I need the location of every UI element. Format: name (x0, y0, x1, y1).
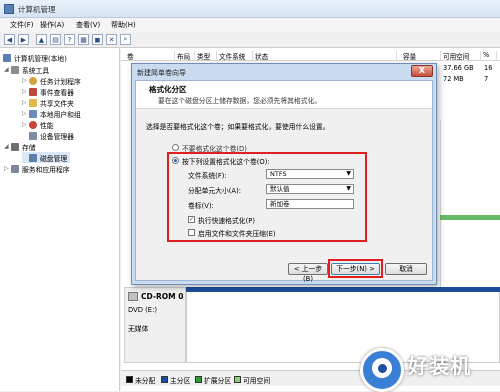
cancel-button[interactable]: 取消 (385, 263, 427, 275)
services-icon (11, 164, 19, 173)
window-title: 计算机管理 (18, 5, 56, 14)
row2-percent: 7 (484, 75, 489, 83)
disk-media: 无媒体 (128, 325, 149, 333)
show-tree-icon[interactable]: ▤ (50, 34, 61, 45)
collapse-icon[interactable]: ◢ (4, 143, 11, 150)
expand-icon[interactable]: ▷ (22, 88, 29, 95)
row1-percent: 16 (484, 64, 493, 72)
legend-primary: 主分区 (170, 377, 191, 385)
computer-management-icon (4, 4, 14, 14)
expand-icon[interactable]: ▷ (4, 165, 11, 172)
volume-list-header: 卷 布局 类型 文件系统 状态 容量 可用空间 % (121, 49, 500, 61)
properties-icon[interactable]: ▦ (78, 34, 89, 45)
cdrom-icon (128, 292, 138, 301)
back-button[interactable]: < 上一步(B) (288, 263, 328, 283)
dialog-heading: 格式化分区 (149, 85, 187, 94)
tree-item-local-users[interactable]: ▷ 本地用户和组 (22, 108, 81, 119)
highlight-format-settings (167, 152, 367, 242)
row2-free-space: 72 MB (443, 75, 464, 83)
collapse-icon[interactable]: ◢ (4, 66, 11, 73)
tree-item-storage[interactable]: ◢ 存储 (4, 141, 36, 152)
tools-icon (11, 65, 19, 74)
cdrom-partition-bar (186, 287, 500, 292)
legend-free: 可用空间 (243, 377, 271, 385)
up-folder-icon[interactable]: ▲ (36, 34, 47, 45)
delete-icon[interactable]: ✕ (106, 34, 117, 45)
expand-icon[interactable]: ▷ (22, 99, 29, 106)
clock-icon (29, 76, 37, 85)
radio-no-format[interactable] (172, 144, 179, 151)
storage-icon (11, 142, 19, 151)
legend-primary-swatch (161, 376, 168, 383)
watermark-text: 好装机 (408, 354, 471, 378)
computer-icon (3, 53, 11, 62)
tree-item-disk-management[interactable]: 磁盘管理 (22, 152, 71, 163)
tree-item-root[interactable]: 计算机管理(本地) (3, 52, 67, 63)
tree-item-task-scheduler[interactable]: ▷ 任务计划程序 (22, 75, 81, 86)
toolbar: ◀ ▶ ▲ ▤ ? ▦ ◼ ✕ ⌕ (0, 32, 500, 48)
disk-management-icon (29, 153, 37, 162)
column-filesystem[interactable]: 文件系统 (217, 51, 253, 61)
highlight-next-button (328, 259, 383, 278)
menu-action[interactable]: 操作(A) (40, 20, 64, 30)
row1-free-space: 37.66 GB (443, 64, 474, 72)
tree-item-services[interactable]: ▷ 服务和应用程序 (4, 163, 70, 174)
close-icon[interactable]: X (411, 65, 433, 77)
menu-bar: 文件(F) 操作(A) 查看(V) 帮助(H) (0, 18, 500, 32)
title-bar (0, 0, 500, 18)
free-space-bar (440, 215, 500, 220)
dialog-title: 新建简单卷向导 (137, 69, 186, 77)
disk-icon[interactable]: ◼ (92, 34, 103, 45)
device-manager-icon (29, 131, 37, 140)
menu-help[interactable]: 帮助(H) (111, 20, 136, 30)
expand-icon[interactable]: ▷ (22, 77, 29, 84)
disk-name: CD-ROM 0 (141, 292, 184, 301)
legend-unallocated: 未分配 (135, 377, 156, 385)
back-arrow-icon[interactable]: ◀ (4, 34, 15, 45)
column-percent[interactable]: % (481, 51, 497, 61)
legend-unallocated-swatch (126, 376, 133, 383)
dialog-question: 选择是否要格式化这个卷；如果要格式化，要使用什么设置。 (146, 123, 330, 131)
column-capacity[interactable]: 容量 (401, 51, 441, 61)
help-icon[interactable]: ? (64, 34, 75, 45)
search-icon[interactable]: ⌕ (120, 34, 131, 45)
tree-item-performance[interactable]: ▷ 性能 (22, 119, 54, 130)
column-status[interactable]: 状态 (253, 51, 397, 61)
expand-icon[interactable]: ▷ (22, 110, 29, 117)
event-viewer-icon (29, 87, 37, 96)
navigation-tree: 计算机管理(本地) ◢ 系统工具 ▷ 任务计划程序 ▷ 事件查看器 ▷ 共享文件… (0, 48, 120, 391)
tree-item-system-tools[interactable]: ◢ 系统工具 (4, 64, 49, 75)
column-volume[interactable]: 卷 (125, 51, 175, 61)
tree-item-device-manager[interactable]: 设备管理器 (29, 130, 74, 141)
column-layout[interactable]: 布局 (175, 51, 195, 61)
column-type[interactable]: 类型 (195, 51, 217, 61)
expand-icon[interactable]: ▷ (22, 121, 29, 128)
legend-free-swatch (234, 376, 241, 383)
tree-item-shared-folders[interactable]: ▷ 共享文件夹 (22, 97, 74, 108)
column-free-space[interactable]: 可用空间 (441, 51, 481, 61)
dialog-subheading: 要在这个磁盘分区上储存数据，您必须先将其格式化。 (158, 97, 322, 105)
folder-icon (29, 98, 37, 107)
legend-extended-swatch (195, 376, 202, 383)
users-icon (29, 109, 37, 118)
forward-arrow-icon[interactable]: ▶ (18, 34, 29, 45)
performance-icon (29, 120, 37, 129)
menu-file[interactable]: 文件(F) (10, 20, 34, 30)
menu-view[interactable]: 查看(V) (76, 20, 100, 30)
legend-extended: 扩展分区 (204, 377, 232, 385)
tree-item-event-viewer[interactable]: ▷ 事件查看器 (22, 86, 74, 97)
disk-drive: DVD (E:) (128, 306, 158, 314)
